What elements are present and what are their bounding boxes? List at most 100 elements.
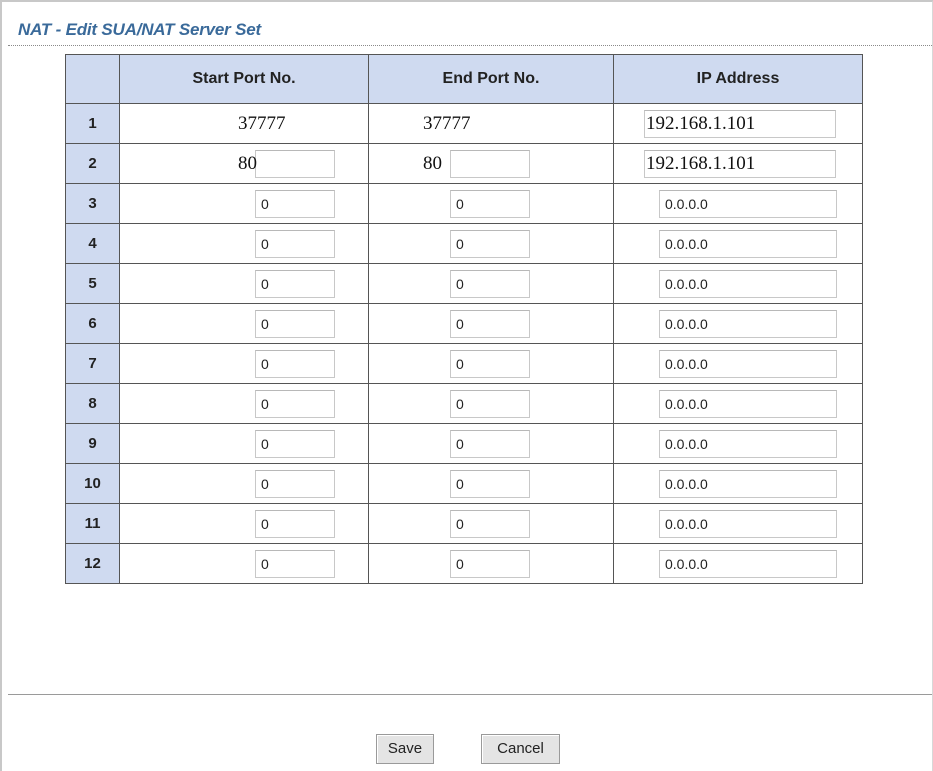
header-end-port: End Port No.: [368, 54, 614, 104]
start-port-value: 0: [261, 556, 269, 572]
ip-address-input[interactable]: 0.0.0.0: [659, 430, 837, 458]
ip-address-input[interactable]: 0.0.0.0: [659, 470, 837, 498]
ip-address-value: 0.0.0.0: [665, 556, 708, 572]
end-port-value: 0: [456, 316, 464, 332]
table-row: 9 0 0 0.0.0.0: [65, 423, 863, 464]
ip-address-input[interactable]: 0.0.0.0: [659, 310, 837, 338]
end-port-value: 37777: [423, 113, 471, 134]
end-port-value: 0: [456, 196, 464, 212]
start-port-cell: 0: [119, 223, 369, 264]
start-port-input[interactable]: 0: [255, 390, 335, 418]
row-index: 7: [65, 343, 120, 384]
ip-address-input[interactable]: 0.0.0.0: [659, 270, 837, 298]
ip-address-cell: 192.168.1.101: [613, 143, 863, 184]
table-row: 11 0 0 0.0.0.0: [65, 503, 863, 544]
ip-address-cell: 0.0.0.0: [613, 543, 863, 584]
start-port-cell: 0: [119, 503, 369, 544]
table-row: 7 0 0 0.0.0.0: [65, 343, 863, 384]
start-port-input[interactable]: 0: [255, 270, 335, 298]
ip-address-input[interactable]: 0.0.0.0: [659, 230, 837, 258]
start-port-input[interactable]: 0: [255, 430, 335, 458]
bottom-divider: [8, 694, 932, 695]
header-ip-address: IP Address: [613, 54, 863, 104]
start-port-value: 0: [261, 196, 269, 212]
end-port-value: 0: [456, 396, 464, 412]
ip-address-cell: 0.0.0.0: [613, 223, 863, 264]
start-port-input[interactable]: 0: [255, 350, 335, 378]
page-title: NAT - Edit SUA/NAT Server Set: [18, 20, 261, 39]
table-row: 8 0 0 0.0.0.0: [65, 383, 863, 424]
start-port-value: 37777: [238, 113, 286, 134]
end-port-input[interactable]: 0: [450, 390, 530, 418]
start-port-cell: 0: [119, 463, 369, 504]
end-port-input[interactable]: 0: [450, 190, 530, 218]
start-port-cell: 0: [119, 263, 369, 304]
end-port-cell: 37777: [368, 103, 614, 144]
row-index: 6: [65, 303, 120, 344]
ip-address-value: 0.0.0.0: [665, 396, 708, 412]
end-port-value: 0: [456, 476, 464, 492]
ip-address-value: 192.168.1.101: [646, 153, 756, 174]
end-port-cell: 0: [368, 223, 614, 264]
start-port-input[interactable]: [255, 150, 335, 178]
cancel-button[interactable]: Cancel: [481, 734, 560, 764]
start-port-cell: 0: [119, 343, 369, 384]
ip-address-value: 192.168.1.101: [646, 113, 756, 134]
row-index: 10: [65, 463, 120, 504]
end-port-input[interactable]: 0: [450, 510, 530, 538]
ip-address-value: 0.0.0.0: [665, 276, 708, 292]
end-port-input[interactable]: 0: [450, 350, 530, 378]
ip-address-cell: 0.0.0.0: [613, 263, 863, 304]
end-port-input[interactable]: 0: [450, 550, 530, 578]
ip-address-cell: 0.0.0.0: [613, 303, 863, 344]
end-port-value: 80: [423, 153, 442, 174]
table-row: 10 0 0 0.0.0.0: [65, 463, 863, 504]
end-port-cell: 0: [368, 543, 614, 584]
start-port-cell: 37777: [119, 103, 369, 144]
start-port-input[interactable]: 0: [255, 190, 335, 218]
table-row: 4 0 0 0.0.0.0: [65, 223, 863, 264]
ip-address-input[interactable]: 0.0.0.0: [659, 350, 837, 378]
row-index: 8: [65, 383, 120, 424]
end-port-input[interactable]: [450, 150, 530, 178]
ip-address-input[interactable]: 0.0.0.0: [659, 190, 837, 218]
table-row: 12 0 0 0.0.0.0: [65, 543, 863, 584]
end-port-input[interactable]: 0: [450, 230, 530, 258]
ip-address-input[interactable]: 0.0.0.0: [659, 510, 837, 538]
start-port-input[interactable]: 0: [255, 310, 335, 338]
end-port-input[interactable]: 0: [450, 310, 530, 338]
ip-address-value: 0.0.0.0: [665, 436, 708, 452]
ip-address-cell: 0.0.0.0: [613, 383, 863, 424]
end-port-value: 0: [456, 236, 464, 252]
start-port-input[interactable]: 0: [255, 470, 335, 498]
title-divider: [8, 45, 932, 46]
start-port-value: 0: [261, 516, 269, 532]
row-index: 9: [65, 423, 120, 464]
start-port-input[interactable]: 0: [255, 230, 335, 258]
save-button[interactable]: Save: [376, 734, 434, 764]
header-start-port: Start Port No.: [119, 54, 369, 104]
start-port-input[interactable]: 0: [255, 550, 335, 578]
end-port-input[interactable]: 0: [450, 470, 530, 498]
table-row: 1 37777 37777 192.168.1.101: [65, 103, 863, 144]
end-port-value: 0: [456, 556, 464, 572]
ip-address-cell: 0.0.0.0: [613, 343, 863, 384]
row-index: 2: [65, 143, 120, 184]
table-row: 3 0 0 0.0.0.0: [65, 183, 863, 224]
ip-address-input[interactable]: 0.0.0.0: [659, 390, 837, 418]
end-port-input[interactable]: 0: [450, 270, 530, 298]
start-port-value: 0: [261, 436, 269, 452]
end-port-input[interactable]: 0: [450, 430, 530, 458]
start-port-cell: 0: [119, 303, 369, 344]
start-port-cell: 0: [119, 383, 369, 424]
start-port-value: 0: [261, 396, 269, 412]
start-port-input[interactable]: 0: [255, 510, 335, 538]
end-port-value: 0: [456, 436, 464, 452]
ip-address-input[interactable]: 0.0.0.0: [659, 550, 837, 578]
ip-address-cell: 0.0.0.0: [613, 183, 863, 224]
table-row: 5 0 0 0.0.0.0: [65, 263, 863, 304]
start-port-value: 80: [238, 153, 257, 174]
ip-address-value: 0.0.0.0: [665, 236, 708, 252]
row-index: 11: [65, 503, 120, 544]
row-index: 4: [65, 223, 120, 264]
